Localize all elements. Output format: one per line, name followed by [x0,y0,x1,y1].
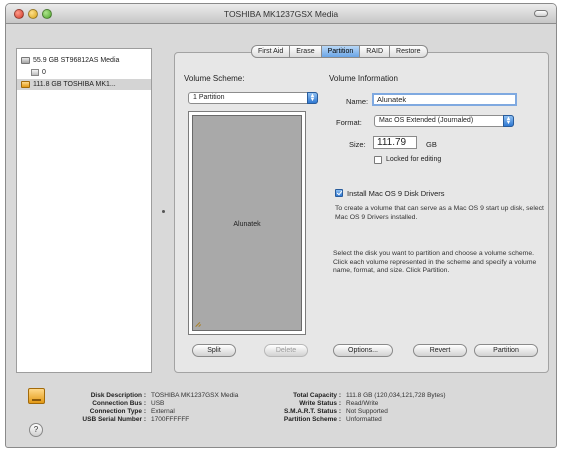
internal-disk-icon [21,57,30,64]
volume-scheme-value: 1 Partition [193,94,225,101]
connection-type-label: Connection Type : [89,408,146,415]
sidebar-item-label: 111.8 GB TOSHIBA MK1... [33,81,116,88]
format-value: Mac OS Extended (Journaled) [379,117,474,124]
total-capacity-label: Total Capacity : [293,392,341,399]
tab-partition[interactable]: Partition [321,45,361,58]
tab-raid[interactable]: RAID [360,45,391,58]
sidebar-item-volume[interactable]: 0 [17,67,151,78]
size-label: Size: [349,140,366,149]
help-button[interactable]: ? [29,423,43,437]
volume-icon [31,69,39,76]
window-title: TOSHIBA MK1237GSX Media [223,9,339,19]
partition-scheme-value: Unformatted [346,416,382,423]
sidebar-item-internal-disk[interactable]: 55.9 GB ST96812AS Media [17,55,151,66]
smart-status-value: Not Supported [346,408,388,415]
sidebar-item-label: 0 [42,69,46,76]
partition-button[interactable]: Partition [474,344,538,357]
usb-serial-label: USB Serial Number : [82,416,146,423]
size-unit-label: GB [426,140,437,149]
volume-information-title: Volume Information [329,74,398,83]
sidebar-item-label: 55.9 GB ST96812AS Media [33,57,120,64]
volume-scheme-title: Volume Scheme: [184,74,245,83]
disk-utility-window: TOSHIBA MK1237GSX Media 55.9 GB ST96812A… [5,3,557,448]
locked-label: Locked for editing [386,156,442,163]
name-label: Name: [346,97,369,106]
popup-arrows-icon: ▲ ▼ [503,115,514,127]
total-capacity-value: 111.8 GB (120,034,121,728 Bytes) [346,392,446,399]
tab-first-aid[interactable]: First Aid [251,45,291,58]
name-field[interactable]: Alunatek [372,93,517,106]
volume-scheme-select[interactable]: 1 Partition ▲ ▼ [188,92,318,104]
split-button[interactable]: Split [192,344,236,357]
disk-list[interactable]: 55.9 GB ST96812AS Media 0 111.8 GB TOSHI… [16,48,152,373]
split-view-handle[interactable] [162,210,165,213]
partition-name-label: Alunatek [233,221,261,228]
partition-block[interactable]: Alunatek [192,115,302,331]
write-status-value: Read/Write [346,400,379,407]
disk-description-value: TOSHIBA MK1237GSX Media [151,392,239,399]
install-drivers-checkbox[interactable] [335,189,343,197]
delete-button[interactable]: Delete [264,344,308,357]
usb-serial-value: 1700FFFFFF [151,416,190,423]
connection-type-value: External [151,408,175,415]
revert-button[interactable]: Revert [413,344,467,357]
size-field[interactable]: 111.79 [373,136,417,149]
popup-arrows-icon: ▲ ▼ [307,92,318,104]
partition-instructions: Select the disk you want to partition an… [333,250,537,275]
selected-disk-icon [28,388,45,404]
format-label: Format: [336,118,362,127]
connection-bus-value: USB [151,400,165,407]
locked-checkbox[interactable] [374,156,382,164]
resize-handle-icon[interactable] [195,319,204,328]
toolbar-toggle-button[interactable] [534,10,548,17]
tab-bar: First Aid Erase Partition RAID Restore [251,45,428,58]
install-drivers-description: To create a volume that can serve as a M… [335,205,544,221]
partition-scheme-label: Partition Scheme : [283,416,341,423]
external-disk-icon [21,81,30,88]
title-bar[interactable]: TOSHIBA MK1237GSX Media [6,4,556,24]
format-select[interactable]: Mac OS Extended (Journaled) ▲ ▼ [374,115,514,127]
connection-bus-label: Connection Bus : [92,400,146,407]
sidebar-item-external-disk[interactable]: 111.8 GB TOSHIBA MK1... [17,79,151,90]
disk-description-label: Disk Description : [90,392,146,399]
tab-erase[interactable]: Erase [290,45,322,58]
partition-layout[interactable]: Alunatek [188,111,306,335]
install-drivers-label: Install Mac OS 9 Disk Drivers [347,189,445,198]
write-status-label: Write Status : [299,400,341,407]
tab-restore[interactable]: Restore [390,45,428,58]
options-button[interactable]: Options... [333,344,393,357]
smart-status-label: S.M.A.R.T. Status : [283,408,341,415]
